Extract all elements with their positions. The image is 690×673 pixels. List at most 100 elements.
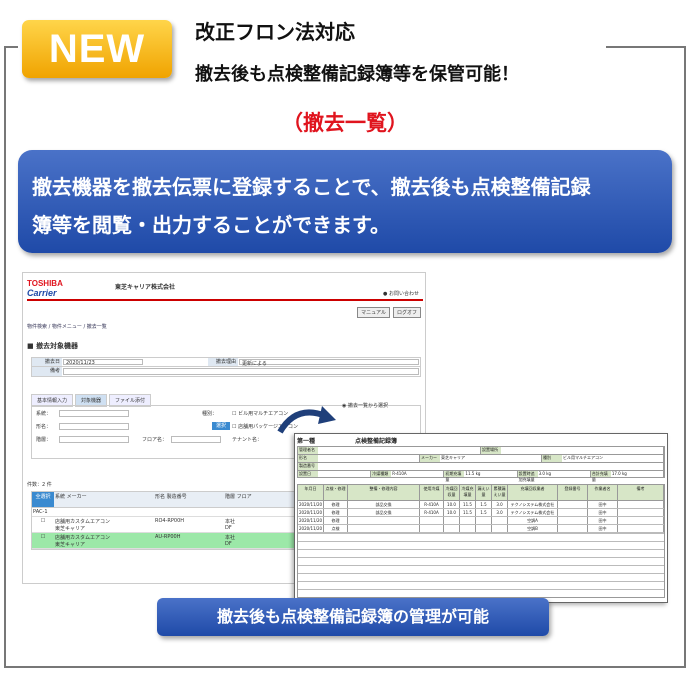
record-title: 第一種	[297, 438, 316, 445]
banner-line-1: 撤去機器を撤去伝票に登録することで、撤去後も点検整備記録	[32, 175, 591, 199]
grid-col-work: 点検・修理	[324, 485, 348, 500]
reason-input[interactable]: 更新による	[239, 359, 419, 367]
kind-label: 系統：	[36, 411, 52, 417]
table-row[interactable]: ☐ 店舗用カスタムエアコン 東芝キャリア RO4-RP00H 本社 DF	[32, 517, 305, 533]
inspection-record-sheet: 第一種 点検整備記録簿 管理者名 設置場所 形名 メーカー 東芝キャリア 種別 ビル用マル…	[294, 433, 668, 603]
manual-button[interactable]: マニュアル	[357, 307, 390, 318]
bottom-banner: 撤去後も点検整備記録簿の管理が可能	[157, 598, 549, 636]
record-cell: 11.5	[460, 501, 476, 508]
equipment-table: 全選択 系統 メーカー 形名 製造番号 階層 フロア PAC-1 ☐ 店舗用カス…	[31, 491, 306, 550]
select-button[interactable]: 選択	[212, 422, 230, 430]
headline-feature: 撤去後も点検整備記録簿等を保管可能！	[195, 64, 519, 85]
row-kind: 店舗用カスタムエアコン	[55, 535, 111, 541]
row-model: AU-RP00H	[155, 534, 181, 540]
record-row: 2020/11/20 点検 空調B 田中	[298, 525, 664, 533]
grid-col-filled: 冷媒充填量	[460, 485, 476, 500]
record-cell	[476, 525, 492, 532]
serial-label: 製造番号	[298, 463, 318, 470]
kind-input[interactable]	[59, 410, 129, 417]
col-model: 形名 製造番号	[155, 494, 187, 500]
header-divider	[27, 299, 423, 301]
page-title: ■ 撤去対象機器	[27, 342, 79, 350]
install-date-label: 設置日	[298, 471, 318, 477]
floorname-input[interactable]	[171, 436, 221, 443]
banner-line-2: 簿等を閲覧・出力することができます。	[32, 213, 390, 237]
row-kind: 店舗用カスタムエアコン	[55, 519, 111, 525]
record-cell: 田中	[588, 501, 618, 508]
col-kind: 系統 メーカー	[55, 494, 87, 500]
type-label: 種別：	[202, 411, 218, 417]
record-cell: テクノシステム株式会社	[508, 501, 558, 508]
help-link[interactable]: ● お問い合わせ	[383, 290, 419, 297]
row-model: RO4-RP00H	[155, 518, 185, 524]
bullet-icon: ■	[27, 342, 34, 350]
date-label: 撤去日	[32, 358, 62, 366]
logo-toshiba: TOSHIBA	[27, 279, 63, 288]
record-cell	[558, 509, 588, 516]
row-maker: 東芝キャリア	[55, 526, 86, 532]
reason-label: 撤去理由	[208, 358, 238, 366]
group-label: PAC-1	[33, 509, 48, 515]
curved-arrow-icon	[277, 406, 336, 434]
grid-col-company: 充填回収業者	[508, 485, 558, 500]
record-cell	[618, 525, 664, 532]
maker-label: メーカー	[420, 455, 440, 462]
grid-col-leak: 漏えい量	[476, 485, 492, 500]
headline-law: 改正フロン法対応	[195, 20, 355, 44]
record-subtitle: 点検整備記録簿	[355, 438, 398, 445]
record-row: 2020/11/20 修理 空調A 田中	[298, 517, 664, 525]
model-label: 形名	[298, 455, 318, 462]
name-label: 形名：	[36, 424, 52, 430]
date-input[interactable]: 2020/11/23	[63, 359, 143, 366]
gas-label: 冷媒種類	[371, 471, 392, 477]
init-label: 初期充填量	[444, 471, 465, 482]
removal-form: 撤去日 2020/11/23 撤去理由 更新による 備考	[31, 357, 421, 377]
row-checkbox[interactable]: ☐	[32, 533, 54, 548]
init-value: 11.5 kg	[464, 471, 518, 477]
record-cell	[618, 517, 664, 524]
new-badge: NEW	[22, 20, 172, 78]
breadcrumb[interactable]: 物件検索 / 物件メニュー / 撤去一覧	[27, 323, 107, 330]
row-maker: 東芝キャリア	[55, 542, 86, 548]
record-cell: 2020/11/20	[299, 509, 324, 516]
grid-col-recovered: 冷媒回収量	[444, 485, 460, 500]
record-cell: 1.5	[476, 501, 492, 508]
help-icon: ●	[383, 291, 388, 297]
charge-value: 3.0 kg	[538, 471, 591, 477]
logout-button[interactable]: ログオフ	[392, 307, 421, 318]
record-cell: 3.0	[492, 509, 508, 516]
removed-list-radio[interactable]: ◉ 撤去一覧から選択	[342, 402, 388, 409]
record-cell	[558, 501, 588, 508]
admin-label: 管理者名	[298, 447, 318, 454]
record-cell: 修理	[324, 501, 348, 508]
record-cell: 空調B	[508, 525, 558, 532]
tenant-label: テナント名：	[232, 437, 263, 443]
row-checkbox[interactable]: ☐	[32, 517, 54, 532]
record-cell: 2020/11/20	[299, 525, 324, 532]
record-cell: R-410A	[420, 501, 444, 508]
name-input[interactable]	[59, 423, 129, 430]
type-label: 種別	[542, 455, 562, 462]
record-cell: 修理	[324, 517, 348, 524]
logo-carrier: Carrier	[27, 288, 57, 298]
grid-col-cumulative: 累積漏えい量	[492, 485, 508, 500]
note-label: 備考	[32, 367, 62, 376]
record-cell	[492, 525, 508, 532]
table-row-selected[interactable]: ☐ 店舗用カスタムエアコン 東芝キャリア AU-RP00H 本社 DF	[32, 533, 305, 549]
row-floor: 本社	[225, 519, 236, 525]
record-cell: 10.0	[444, 501, 460, 508]
note-input[interactable]	[63, 368, 419, 375]
section-title: （撤去一覧）	[282, 111, 408, 135]
col-floor: 階層 フロア	[225, 494, 252, 500]
row-floor2: DF	[225, 525, 232, 531]
record-cell: 3.0	[492, 501, 508, 508]
record-cell	[444, 525, 460, 532]
floor-input[interactable]	[59, 436, 129, 443]
select-all-button[interactable]: 全選択	[32, 492, 54, 507]
record-cell	[460, 525, 476, 532]
record-cell	[618, 501, 664, 508]
description-banner: 撤去機器を撤去伝票に登録することで、撤去後も点検整備記録 簿等を閲覧・出力するこ…	[18, 150, 672, 253]
record-cell: 11.5	[460, 509, 476, 516]
record-cell: 1.5	[476, 509, 492, 516]
record-cell: 田中	[588, 517, 618, 524]
